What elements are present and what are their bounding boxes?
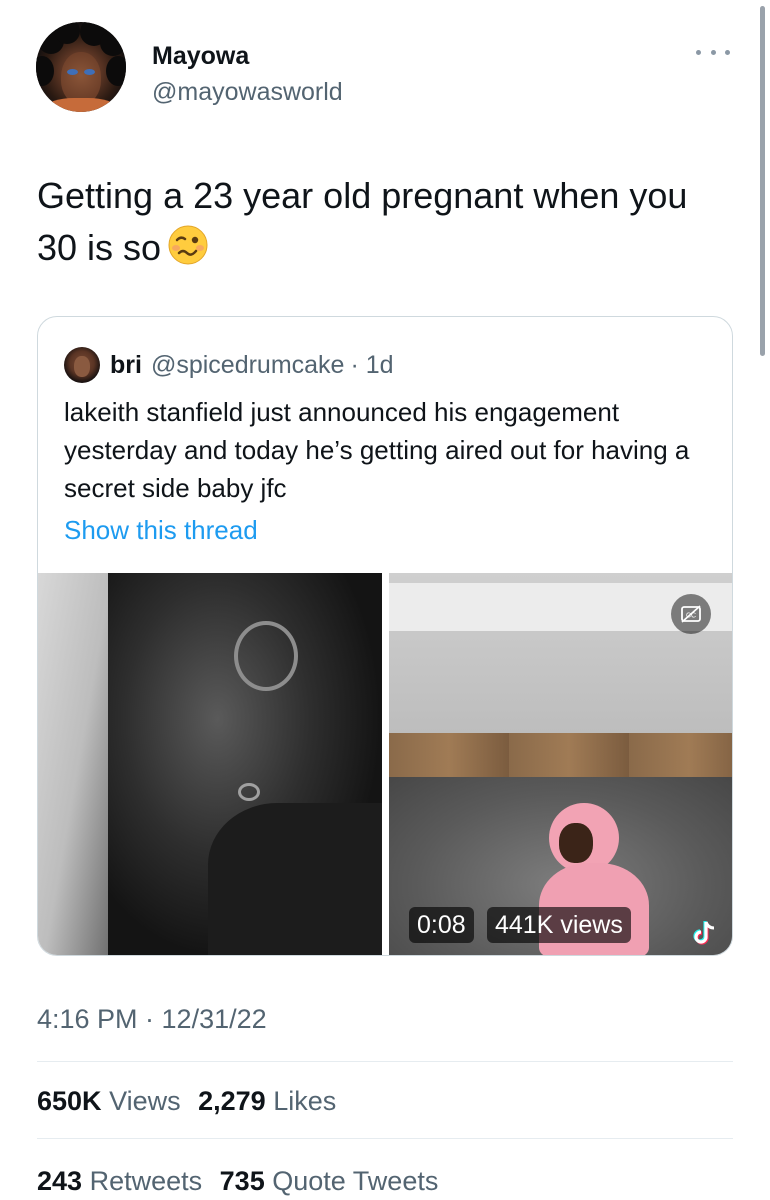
likes-label[interactable]: Likes — [273, 1086, 336, 1116]
video-duration: 0:08 — [409, 907, 474, 943]
woozy-face-emoji-icon — [167, 224, 209, 280]
media-video[interactable]: CC 0:08 441K views — [389, 573, 732, 955]
retweets-label[interactable]: Retweets — [90, 1166, 203, 1196]
user-handle[interactable]: @mayowasworld — [152, 78, 343, 107]
views-count: 650K — [37, 1086, 102, 1116]
quoted-avatar[interactable] — [64, 347, 100, 383]
tweet-text-content: Getting a 23 year old pregnant when you … — [37, 175, 688, 268]
quoted-tweet-header: bri @spicedrumcake · 1d — [64, 345, 394, 385]
tweet-header: Mayowa @mayowasworld — [36, 22, 736, 132]
stats-views-likes: 650K Views 2,279 Likes — [37, 1086, 336, 1117]
quote-tweets-label[interactable]: Quote Tweets — [272, 1166, 438, 1196]
scrollbar[interactable] — [760, 6, 765, 356]
quoted-handle[interactable]: @spicedrumcake — [151, 351, 345, 380]
views-label: Views — [109, 1086, 181, 1116]
tweet-timestamp[interactable]: 4:16 PM · 12/31/22 — [37, 1004, 267, 1035]
show-thread-link[interactable]: Show this thread — [64, 515, 258, 546]
divider — [37, 1138, 733, 1139]
more-options-icon[interactable] — [696, 44, 730, 60]
stats-retweets-quotes: 243 Retweets 735 Quote Tweets — [37, 1166, 438, 1197]
tiktok-icon — [689, 918, 719, 948]
video-views: 441K views — [487, 907, 631, 943]
quoted-display-name[interactable]: bri — [110, 351, 142, 380]
quoted-tweet-card[interactable]: bri @spicedrumcake · 1d lakeith stanfiel… — [37, 316, 733, 956]
tweet-text: Getting a 23 year old pregnant when you … — [37, 170, 727, 280]
quote-tweets-count[interactable]: 735 — [220, 1166, 265, 1196]
closed-captions-icon[interactable]: CC — [671, 594, 711, 634]
retweets-count[interactable]: 243 — [37, 1166, 82, 1196]
display-name[interactable]: Mayowa — [152, 42, 249, 71]
media-photo-profile[interactable] — [38, 573, 382, 955]
quoted-tweet-text: lakeith stanfield just announced his eng… — [64, 397, 690, 503]
quoted-time: · 1d — [350, 350, 394, 379]
likes-count[interactable]: 2,279 — [198, 1086, 266, 1116]
avatar[interactable] — [36, 22, 126, 112]
divider — [37, 1061, 733, 1062]
